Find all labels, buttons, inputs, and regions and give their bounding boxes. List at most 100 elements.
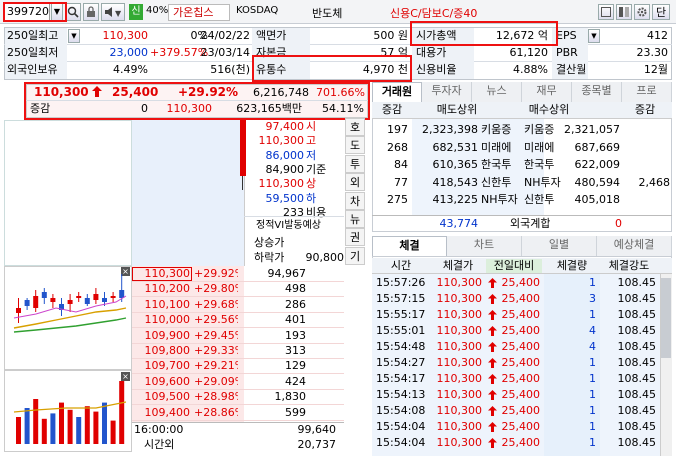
trade-change: 25,400 bbox=[501, 356, 541, 369]
book-pct: +29.80% bbox=[194, 282, 238, 296]
candle-body bbox=[93, 294, 99, 300]
pbr-label: PBR bbox=[556, 46, 578, 59]
highlight-float bbox=[252, 55, 412, 82]
tab-trade-2[interactable]: 일별 bbox=[522, 236, 597, 256]
trade-change: 25,400 bbox=[501, 308, 541, 321]
trade-price: 110,300 bbox=[436, 356, 483, 369]
candle-body bbox=[33, 296, 39, 308]
volume-bar bbox=[33, 399, 39, 444]
tab-broker-3[interactable]: 재무 bbox=[522, 82, 572, 102]
stock-name: 가온칩스 bbox=[168, 4, 230, 21]
candle-body bbox=[41, 292, 47, 298]
layout-icon[interactable] bbox=[616, 4, 632, 20]
eps-dropdown-icon[interactable]: ▼ bbox=[588, 29, 600, 43]
book-pct: +29.92% bbox=[194, 267, 238, 280]
mini-candle-chart bbox=[13, 274, 127, 333]
broker-sell-name[interactable]: 미래에 bbox=[481, 141, 511, 155]
candle-body bbox=[102, 298, 107, 302]
trade-qty: 1 bbox=[589, 420, 596, 433]
tab-trade-1[interactable]: 차트 bbox=[447, 236, 522, 256]
trade-price: 110,300 bbox=[436, 340, 483, 353]
trade-qty: 1 bbox=[589, 356, 596, 369]
trade-time: 15:57:15 bbox=[376, 292, 426, 305]
volume-bar bbox=[67, 409, 73, 444]
lock-icon[interactable] bbox=[83, 3, 99, 21]
highlight-toolbar bbox=[3, 2, 67, 22]
broker-buy-qty: 405,018 bbox=[574, 193, 621, 207]
book-pct: +29.68% bbox=[194, 297, 238, 311]
broker-sell-change: 77 bbox=[394, 175, 408, 189]
book-price: 110,200 bbox=[144, 282, 191, 296]
candle-body bbox=[84, 298, 90, 304]
trade-header: 전일대비 bbox=[486, 259, 542, 273]
book-qty: 498 bbox=[285, 282, 306, 296]
side-tab[interactable]: 외 bbox=[345, 173, 365, 192]
trade-strength: 108.45 bbox=[617, 356, 657, 369]
broker-buy-name[interactable]: 미래에 bbox=[524, 141, 554, 155]
broker-sell-name[interactable]: NH투자 bbox=[481, 193, 518, 207]
broker-buy-name[interactable]: 신한투 bbox=[524, 193, 554, 207]
book-price: 109,900 bbox=[144, 328, 191, 342]
trade-change: 25,400 bbox=[501, 324, 541, 337]
broker-header: 매수상위 bbox=[528, 103, 570, 116]
book-qty: 401 bbox=[285, 313, 306, 327]
credit-badge: 신 bbox=[129, 4, 143, 20]
tab-broker-0[interactable]: 거래원 bbox=[372, 82, 422, 102]
level-price: 59,500 bbox=[265, 191, 305, 205]
tab-broker-2[interactable]: 뉴스 bbox=[472, 82, 522, 102]
book-qty: 193 bbox=[285, 328, 306, 342]
broker-sell-change: 268 bbox=[387, 140, 408, 154]
tab-trade-3[interactable]: 예상체결 bbox=[597, 236, 672, 256]
broker-header: 매도상위 bbox=[436, 103, 478, 116]
broker-buy-name[interactable]: 한국투 bbox=[524, 158, 554, 172]
candle-body bbox=[16, 308, 21, 313]
level-label: 저 bbox=[306, 148, 317, 162]
broker-sell-name[interactable]: 신한투 bbox=[481, 176, 511, 190]
volume-bar bbox=[110, 420, 116, 444]
scroll-thumb[interactable] bbox=[661, 278, 671, 358]
volume-bar bbox=[16, 417, 21, 444]
side-tab[interactable]: 뉴 bbox=[345, 210, 365, 228]
high250-label: 250일최고 bbox=[7, 29, 59, 42]
side-tab[interactable]: 기 bbox=[345, 246, 365, 265]
tab-broker-4[interactable]: 종목별 bbox=[572, 82, 622, 102]
side-tab[interactable]: 호 bbox=[345, 118, 365, 136]
tab-broker-1[interactable]: 투자자 bbox=[422, 82, 472, 102]
trade-price: 110,300 bbox=[436, 292, 483, 305]
broker-buy-name[interactable]: NH투자 bbox=[524, 176, 561, 190]
candle-body bbox=[76, 296, 82, 298]
book-qty: 599 bbox=[285, 405, 306, 419]
side-tab[interactable]: 투 bbox=[345, 154, 365, 173]
trade-time: 15:54:13 bbox=[376, 388, 426, 401]
broker-sell-name[interactable]: 한국투 bbox=[481, 158, 511, 172]
trade-time: 15:57:26 bbox=[376, 276, 426, 289]
foreign-sum-label: 외국계합 bbox=[510, 217, 551, 230]
close-time: 16:00:00 bbox=[134, 423, 184, 436]
svg-text:▼: ▼ bbox=[115, 9, 122, 18]
speaker-icon[interactable]: ▼ bbox=[101, 3, 125, 21]
trade-strength: 108.45 bbox=[617, 388, 657, 401]
gear-icon[interactable] bbox=[634, 4, 650, 20]
window-icon[interactable] bbox=[598, 4, 614, 20]
single-button[interactable]: 단 bbox=[652, 4, 670, 20]
level-label: 기준 bbox=[306, 162, 327, 176]
broker-sell-qty: 2,323,398 bbox=[422, 123, 478, 136]
broker-buy-name[interactable]: 키움증 bbox=[524, 123, 554, 137]
side-tab[interactable]: 도 bbox=[345, 136, 365, 155]
tab-broker-5[interactable]: 프로 bbox=[622, 82, 672, 102]
trade-qty: 1 bbox=[589, 308, 596, 321]
level-price: 84,900 bbox=[265, 162, 305, 176]
high250-dropdown-icon[interactable]: ▼ bbox=[68, 29, 80, 43]
level-label: 상 bbox=[306, 177, 317, 191]
tab-trade-0[interactable]: 체결 bbox=[372, 236, 447, 256]
margin-rate: 40% bbox=[146, 5, 169, 16]
side-tab[interactable]: 권 bbox=[345, 228, 365, 247]
search-icon[interactable] bbox=[65, 3, 81, 21]
broker-sell-name[interactable]: 키움증 bbox=[481, 123, 511, 137]
candle-body bbox=[119, 290, 125, 298]
side-tab[interactable]: 차 bbox=[345, 191, 365, 210]
credit-ratio-label: 신용비율 bbox=[416, 63, 457, 76]
foreign-sum-buy: 0 bbox=[615, 217, 622, 230]
level-price: 110,300 bbox=[258, 134, 305, 148]
book-price: 110,100 bbox=[144, 297, 191, 311]
